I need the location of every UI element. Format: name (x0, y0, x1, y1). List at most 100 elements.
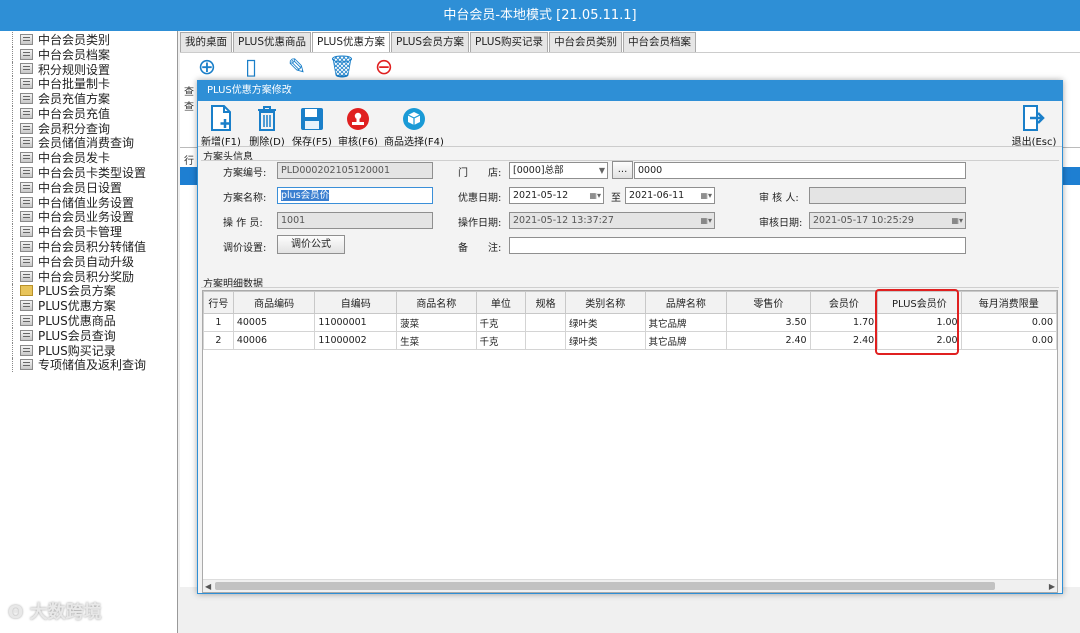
calendar-dropdown-icon[interactable]: ▦▾ (951, 213, 963, 228)
operator-field[interactable]: 1001 (277, 212, 433, 229)
sidebar-item[interactable]: 中台会员自动升级 (0, 253, 177, 269)
table-cell[interactable]: 0.00 (960, 313, 1058, 332)
table-cell[interactable]: 千克 (475, 313, 527, 332)
op-date-field[interactable]: 2021-05-12 13:37:27 ▦▾ (509, 212, 715, 229)
column-header[interactable]: 商品名称 (396, 291, 477, 314)
table-cell[interactable] (525, 331, 566, 350)
table-cell[interactable] (525, 313, 566, 332)
tab[interactable]: 中台会员档案 (623, 32, 697, 52)
tab[interactable]: PLUS会员方案 (391, 32, 470, 52)
table-cell[interactable]: 2.40 (726, 331, 811, 350)
store-browse-button[interactable]: ... (612, 161, 633, 179)
table-cell[interactable]: 千克 (475, 331, 527, 350)
calendar-dropdown-icon[interactable]: ▦▾ (589, 188, 601, 203)
remark-field[interactable] (509, 237, 966, 254)
column-header[interactable]: 每月消费限量 (960, 291, 1058, 314)
sidebar-item[interactable]: 会员积分查询 (0, 120, 177, 136)
sidebar-item[interactable]: 中台会员积分转储值 (0, 239, 177, 254)
select-goods-button[interactable]: 商品选择(F4) (384, 103, 444, 148)
column-header[interactable]: 行号 (203, 291, 234, 314)
horizontal-scrollbar[interactable]: ◀ ▶ (203, 579, 1057, 592)
plus-discount-dialog: PLUS优惠方案修改 新增(F1) 删除(D) 保存(F5) 审核(F6) 商品… (197, 80, 1063, 594)
remove-icon[interactable]: ⊖ (371, 56, 397, 80)
plan-name-field[interactable]: plus会员价 (277, 187, 433, 204)
sidebar-item[interactable]: 会员储值消费查询 (0, 135, 177, 150)
sidebar-item[interactable]: 中台会员卡管理 (0, 224, 177, 239)
sidebar-item[interactable]: 中台会员档案 (0, 46, 177, 62)
store-code-field[interactable]: 0000 (634, 162, 966, 179)
table-cell[interactable]: 0.00 (960, 331, 1058, 350)
audit-button[interactable]: 审核(F6) (338, 103, 378, 148)
sidebar-item[interactable]: PLUS会员方案 (0, 283, 177, 298)
column-header[interactable]: 会员价 (809, 291, 879, 314)
sidebar-item[interactable]: 中台会员卡类型设置 (0, 165, 177, 180)
query-icon[interactable]: ⊕ (194, 56, 220, 80)
auditor-field[interactable] (809, 187, 966, 204)
scroll-right-icon[interactable]: ▶ (1049, 580, 1055, 593)
scroll-left-icon[interactable]: ◀ (205, 580, 211, 593)
tab[interactable]: 中台会员类别 (549, 32, 623, 52)
table-cell[interactable]: 其它品牌 (644, 313, 728, 332)
table-cell[interactable]: 40006 (232, 331, 316, 350)
sidebar-item[interactable]: PLUS优惠方案 (0, 298, 177, 313)
store-select[interactable]: [0000]总部 ▼ (509, 162, 608, 179)
column-header[interactable]: 单位 (475, 291, 527, 314)
table-cell[interactable]: 11000001 (314, 313, 398, 332)
sidebar-item[interactable]: 中台会员业务设置 (0, 209, 177, 224)
table-cell[interactable]: 3.50 (726, 313, 811, 332)
table-cell[interactable]: 生菜 (396, 331, 477, 350)
price-setting-label: 调价设置: (223, 243, 267, 254)
doc-icon (20, 78, 33, 90)
chevron-down-icon[interactable]: ▼ (599, 163, 605, 178)
table-cell[interactable]: 绿叶类 (565, 331, 646, 350)
scrollbar-thumb[interactable] (215, 582, 995, 590)
table-cell[interactable]: 2 (203, 331, 234, 350)
table-cell[interactable]: 菠菜 (396, 313, 477, 332)
sidebar-item[interactable]: 中台会员积分奖励 (0, 268, 177, 284)
table-cell[interactable]: 其它品牌 (644, 331, 728, 350)
sidebar-item[interactable]: 中台会员发卡 (0, 150, 177, 165)
exit-button[interactable]: 退出(Esc) (1010, 103, 1058, 148)
tab[interactable]: PLUS购买记录 (470, 32, 549, 52)
delete-button[interactable]: 删除(D) (248, 103, 286, 148)
audit-date-field[interactable]: 2021-05-17 10:25:29 ▦▾ (809, 212, 966, 229)
calendar-dropdown-icon[interactable]: ▦▾ (700, 188, 712, 203)
date-to-field[interactable]: 2021-06-11 ▦▾ (625, 187, 715, 204)
sidebar-item[interactable]: PLUS会员查询 (0, 327, 177, 343)
table-cell[interactable]: 2.40 (809, 331, 879, 350)
table-cell[interactable]: 11000002 (314, 331, 398, 350)
trash-icon[interactable]: 🗑 (328, 56, 356, 80)
sidebar-item[interactable]: 中台会员日设置 (0, 179, 177, 195)
column-header[interactable]: 自编码 (314, 291, 398, 314)
price-formula-button[interactable]: 调价公式 (277, 235, 345, 254)
plan-no-field[interactable]: PLD000202105120001 (277, 162, 433, 179)
sidebar-item[interactable]: 中台会员充值 (0, 105, 177, 121)
column-header[interactable]: 零售价 (726, 291, 811, 314)
sidebar-item[interactable]: PLUS购买记录 (0, 342, 177, 358)
column-header[interactable]: 商品编码 (232, 291, 316, 314)
sidebar-item[interactable]: 会员充值方案 (0, 91, 177, 106)
sidebar-item[interactable]: PLUS优惠商品 (0, 313, 177, 328)
save-button[interactable]: 保存(F5) (292, 103, 332, 148)
sidebar-item[interactable]: 积分规则设置 (0, 61, 177, 77)
tab[interactable]: PLUS优惠方案 (312, 32, 391, 52)
table-cell[interactable]: 绿叶类 (565, 313, 646, 332)
date-from-field[interactable]: 2021-05-12 ▦▾ (509, 187, 604, 204)
watermark: ʘ 大数跨境 (8, 598, 102, 624)
column-header[interactable]: 品牌名称 (644, 291, 728, 314)
table-cell[interactable]: 1 (203, 313, 234, 332)
column-header[interactable]: 类别名称 (565, 291, 646, 314)
sidebar-item[interactable]: 专项储值及返利查询 (0, 357, 177, 372)
calendar-dropdown-icon[interactable]: ▦▾ (700, 213, 712, 228)
edit-icon[interactable]: ✎ (284, 56, 310, 80)
sidebar-item[interactable]: 中台会员类别 (0, 32, 177, 47)
table-cell[interactable]: 40005 (232, 313, 316, 332)
tab[interactable]: 我的桌面 (180, 32, 232, 52)
column-header[interactable]: 规格 (525, 291, 566, 314)
tab[interactable]: PLUS优惠商品 (233, 32, 312, 52)
table-cell[interactable]: 1.70 (809, 313, 879, 332)
add-document-icon[interactable]: ▯ (238, 56, 264, 80)
sidebar-item[interactable]: 中台批量制卡 (0, 76, 177, 91)
sidebar-item[interactable]: 中台储值业务设置 (0, 194, 177, 210)
new-button[interactable]: 新增(F1) (201, 103, 241, 148)
